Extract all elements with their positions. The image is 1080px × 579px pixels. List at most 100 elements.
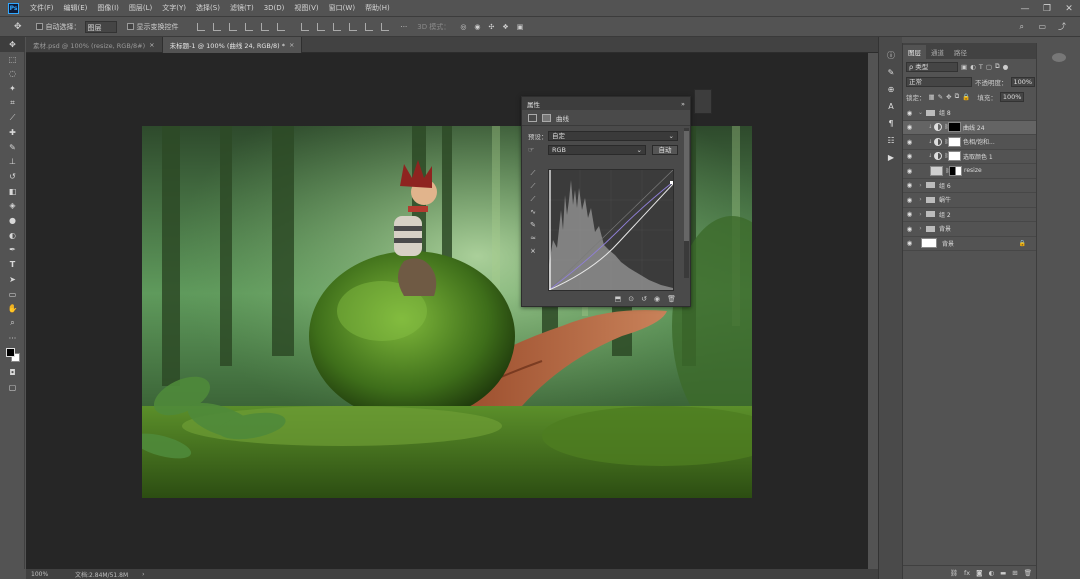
- distribute-center-icon[interactable]: [364, 22, 373, 31]
- target-adjust-icon[interactable]: ☞: [528, 146, 548, 154]
- screen-mode-icon[interactable]: ▢: [0, 380, 25, 395]
- align-right-icon[interactable]: [228, 22, 237, 31]
- chevron-right-icon[interactable]: ›: [916, 182, 925, 189]
- hand-tool-icon[interactable]: ✋: [0, 301, 25, 316]
- paragraph-icon[interactable]: ¶: [879, 115, 903, 132]
- menu-view[interactable]: 视图(V): [289, 3, 323, 13]
- orbit-3d-icon[interactable]: ◎: [460, 23, 466, 31]
- menu-file[interactable]: 文件(F): [25, 3, 59, 13]
- filter-pixel-icon[interactable]: ▣: [961, 63, 967, 71]
- menu-image[interactable]: 图像(I): [92, 3, 124, 13]
- properties-scroll-thumb[interactable]: [684, 131, 689, 241]
- lasso-tool-icon[interactable]: ◌: [0, 66, 25, 81]
- lock-position-icon[interactable]: ✥: [946, 93, 951, 101]
- marquee-tool-icon[interactable]: ⬚: [0, 52, 25, 67]
- slide-3d-icon[interactable]: ❖: [502, 23, 508, 31]
- layer-curves-24[interactable]: ◉ ↓ ⛓ 曲线 24: [903, 120, 1036, 135]
- new-layer-icon[interactable]: ⊞: [1012, 569, 1017, 577]
- layer-background[interactable]: ◉ 背景 🔒: [903, 237, 1036, 251]
- filter-shape-icon[interactable]: ▢: [986, 63, 992, 71]
- layer-mask-thumbnail[interactable]: [949, 165, 962, 176]
- smooth-curve-icon[interactable]: ≈: [527, 234, 539, 247]
- eye-icon[interactable]: ◉: [903, 239, 916, 247]
- eye-icon[interactable]: ◉: [903, 123, 916, 131]
- curves-graph[interactable]: [548, 169, 674, 291]
- layer-resize[interactable]: ◉ ⛓ resize: [903, 164, 1036, 179]
- menu-window[interactable]: 窗口(W): [324, 3, 360, 13]
- brush-tool-icon[interactable]: ✎: [0, 140, 25, 155]
- white-point-eyedropper-icon[interactable]: ⟋: [527, 195, 539, 208]
- eye-icon[interactable]: ◉: [903, 152, 916, 160]
- history-brush-tool-icon[interactable]: ↺: [0, 169, 25, 184]
- chain-link-icon[interactable]: ⛓: [944, 153, 950, 159]
- layer-group-snail[interactable]: ◉ › 蜗牛: [903, 193, 1036, 208]
- paint-bucket-tool-icon[interactable]: ◈: [0, 199, 25, 214]
- layer-thumbnail[interactable]: [921, 238, 937, 249]
- clip-to-layer-icon[interactable]: ⬒: [615, 295, 622, 303]
- tab-channels[interactable]: 通道: [926, 45, 949, 59]
- menu-edit[interactable]: 编辑(E): [59, 3, 93, 13]
- layer-style-icon[interactable]: fx: [964, 569, 970, 577]
- foreground-color[interactable]: [6, 348, 15, 358]
- shape-tool-icon[interactable]: ▭: [0, 287, 25, 302]
- align-left-icon[interactable]: [196, 22, 205, 31]
- color-swatches[interactable]: [0, 345, 25, 365]
- crop-tool-icon[interactable]: ⌗: [0, 96, 25, 111]
- eye-icon[interactable]: ◉: [903, 225, 916, 233]
- chevron-right-icon[interactable]: ›: [916, 211, 925, 218]
- eye-icon[interactable]: ◉: [903, 210, 916, 218]
- delete-layer-icon[interactable]: 🗑: [1024, 569, 1032, 577]
- close-icon[interactable]: ×: [149, 41, 154, 49]
- gray-point-eyedropper-icon[interactable]: ⟋: [527, 182, 539, 195]
- adjustment-icon[interactable]: [528, 113, 537, 122]
- layer-mask-thumbnail[interactable]: [948, 122, 961, 133]
- delete-icon[interactable]: 🗑: [667, 295, 676, 303]
- share-icon[interactable]: ⤴: [1058, 21, 1066, 32]
- roll-3d-icon[interactable]: ◉: [474, 23, 480, 31]
- minimize-button[interactable]: —: [1014, 4, 1036, 14]
- fill-input[interactable]: 100%: [999, 91, 1025, 102]
- chevron-right-icon[interactable]: ›: [916, 196, 925, 203]
- restore-button[interactable]: ❐: [1036, 4, 1058, 14]
- menu-type[interactable]: 文字(Y): [157, 3, 191, 13]
- channel-dropdown[interactable]: RGB ⌄: [548, 145, 646, 155]
- more-options-icon[interactable]: ···: [401, 23, 408, 31]
- eye-icon[interactable]: ◉: [903, 196, 916, 204]
- chevron-down-icon[interactable]: ⌄: [916, 109, 925, 116]
- layer-mask-thumbnail[interactable]: [948, 151, 961, 162]
- distribute-top-icon[interactable]: [300, 22, 309, 31]
- chain-link-icon[interactable]: ⛓: [944, 139, 950, 145]
- edit-points-curve-icon[interactable]: ∿: [527, 208, 539, 221]
- eye-icon[interactable]: ◉: [903, 181, 916, 189]
- add-mask-icon[interactable]: ◙: [976, 569, 982, 577]
- distribute-bottom-icon[interactable]: [332, 22, 341, 31]
- layer-mask-thumbnail[interactable]: [948, 136, 961, 147]
- more-tools-icon[interactable]: ···: [0, 331, 25, 346]
- filter-smart-icon[interactable]: ⧉: [995, 62, 1000, 71]
- align-middle-icon[interactable]: [260, 22, 269, 31]
- healing-brush-tool-icon[interactable]: ✚: [0, 125, 25, 140]
- show-transform-checkbox[interactable]: [126, 23, 134, 30]
- view-previous-icon[interactable]: ⊙: [628, 295, 634, 303]
- status-menu-icon[interactable]: ›: [142, 571, 144, 578]
- menu-layer[interactable]: 图层(L): [124, 3, 157, 13]
- distribute-left-icon[interactable]: [348, 22, 357, 31]
- magic-wand-tool-icon[interactable]: ✦: [0, 81, 25, 96]
- collapse-icon[interactable]: »: [681, 100, 685, 108]
- move-tool-icon[interactable]: ✥: [14, 22, 22, 32]
- info-icon[interactable]: ⓘ: [879, 47, 903, 64]
- link-layers-icon[interactable]: ⛓: [950, 569, 958, 577]
- preset-dropdown[interactable]: 自定 ⌄: [548, 131, 678, 141]
- layer-kind-filter[interactable]: ρ 类型: [906, 61, 958, 72]
- path-selection-tool-icon[interactable]: ➤: [0, 272, 25, 287]
- new-adjustment-icon[interactable]: ◐: [988, 569, 994, 577]
- auto-button[interactable]: 自动: [652, 145, 678, 155]
- character-icon[interactable]: A: [879, 98, 903, 115]
- properties-dock-stub[interactable]: [694, 89, 712, 114]
- eraser-tool-icon[interactable]: ◧: [0, 184, 25, 199]
- lock-paint-icon[interactable]: ✎: [938, 93, 943, 101]
- blend-mode-dropdown[interactable]: 正常: [906, 76, 972, 87]
- align-center-icon[interactable]: [212, 22, 221, 31]
- reset-icon[interactable]: ↺: [641, 295, 647, 303]
- new-group-icon[interactable]: ▬: [1000, 569, 1006, 577]
